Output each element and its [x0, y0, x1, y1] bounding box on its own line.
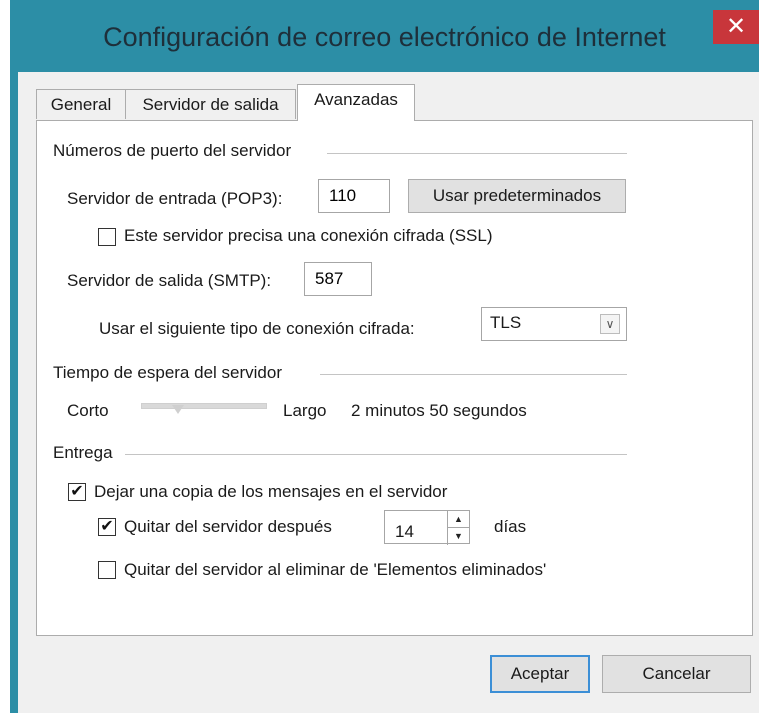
timeout-slider[interactable]	[141, 402, 267, 420]
delivery-group-label: Entrega	[53, 443, 113, 462]
ssl-label: Este servidor precisa una conexión cifra…	[124, 226, 493, 245]
days-value: 14	[395, 522, 414, 541]
remove-deleted-checkbox[interactable]	[98, 561, 116, 579]
encryption-type-select[interactable]: TLS ∨	[481, 307, 627, 341]
slider-thumb[interactable]	[172, 405, 184, 414]
ports-group-divider	[327, 153, 627, 154]
arrow-up-icon[interactable]: ▲	[448, 511, 469, 528]
remove-after-checkbox[interactable]: ✔	[98, 518, 116, 536]
timeout-group-label: Tiempo de espera del servidor	[53, 363, 282, 382]
ports-group-label: Números de puerto del servidor	[53, 141, 292, 160]
days-stepper[interactable]: 14 ▲ ▼	[384, 510, 470, 545]
encryption-type-label: Usar el siguiente tipo de conexión cifra…	[99, 319, 415, 338]
chevron-down-icon: ∨	[600, 314, 620, 334]
leave-copy-label: Dejar una copia de los mensajes en el se…	[94, 482, 448, 501]
title-bar[interactable]: Configuración de correo electrónico de I…	[10, 0, 759, 72]
tab-label: Avanzadas	[314, 90, 398, 109]
tab-general[interactable]: General	[36, 89, 126, 119]
encryption-type-value: TLS	[490, 313, 522, 332]
incoming-port-label: Servidor de entrada (POP3):	[67, 189, 283, 208]
tab-outgoing-server[interactable]: Servidor de salida	[125, 89, 296, 119]
use-defaults-button[interactable]: Usar predeterminados	[408, 179, 626, 213]
outgoing-port-input[interactable]	[304, 262, 372, 296]
timeout-short-label: Corto	[67, 401, 109, 420]
advanced-panel: Números de puerto del servidor Servidor …	[36, 120, 753, 636]
tab-advanced[interactable]: Avanzadas	[297, 84, 415, 121]
arrow-down-icon[interactable]: ▼	[448, 528, 469, 544]
incoming-port-input[interactable]	[318, 179, 390, 213]
delivery-group-divider	[125, 454, 627, 455]
timeout-value: 2 minutos 50 segundos	[351, 401, 527, 420]
cancel-button[interactable]: Cancelar	[602, 655, 751, 693]
window-title: Configuración de correo electrónico de I…	[103, 22, 666, 52]
dialog-client-area: General Servidor de salida Avanzadas Núm…	[18, 72, 759, 713]
leave-copy-checkbox[interactable]: ✔	[68, 483, 86, 501]
ok-button[interactable]: Aceptar	[490, 655, 590, 693]
days-spin-buttons[interactable]: ▲ ▼	[447, 511, 469, 545]
outgoing-port-label: Servidor de salida (SMTP):	[67, 271, 272, 290]
timeout-long-label: Largo	[283, 401, 327, 420]
remove-after-label: Quitar del servidor después	[124, 517, 332, 536]
slider-track	[141, 403, 267, 409]
close-icon: ✕	[725, 13, 747, 40]
ssl-checkbox[interactable]	[98, 228, 116, 246]
close-button[interactable]: ✕	[713, 10, 759, 44]
timeout-group-divider	[320, 374, 627, 375]
dialog-window: Configuración de correo electrónico de I…	[10, 0, 759, 713]
tab-label: Servidor de salida	[142, 95, 279, 114]
remove-deleted-label: Quitar del servidor al eliminar de 'Elem…	[124, 560, 547, 579]
days-unit-label: días	[494, 517, 527, 536]
tab-label: General	[50, 95, 112, 114]
